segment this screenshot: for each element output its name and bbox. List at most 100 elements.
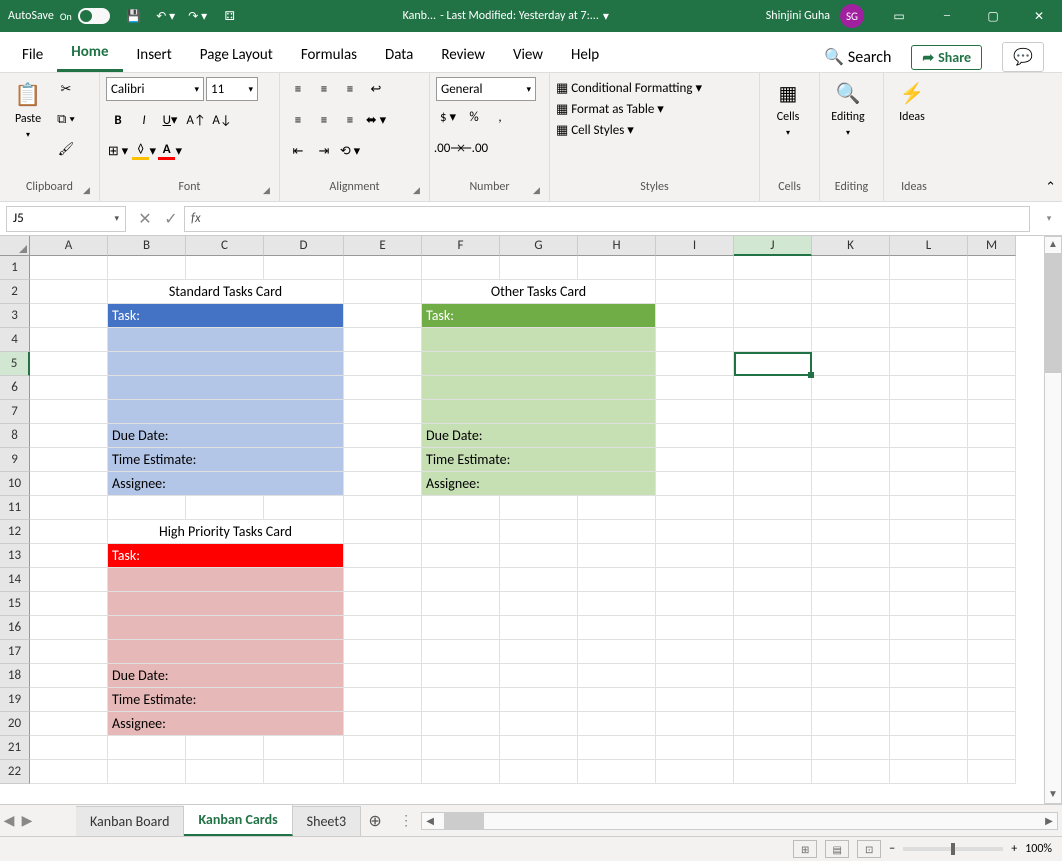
row-header-12[interactable]: 12 xyxy=(0,520,30,544)
cell[interactable] xyxy=(890,616,968,640)
cell[interactable] xyxy=(890,376,968,400)
fill-color-button[interactable]: ◊ ▾ xyxy=(132,139,156,163)
italic-button[interactable]: I xyxy=(132,108,156,132)
cell-content[interactable]: Task: xyxy=(422,304,656,328)
tab-data[interactable]: Data xyxy=(371,38,427,72)
cell[interactable] xyxy=(578,592,656,616)
qat-customize-icon[interactable]: ⚃ xyxy=(219,5,241,27)
cell-content[interactable] xyxy=(108,328,344,352)
row-header-21[interactable]: 21 xyxy=(0,736,30,760)
cell[interactable] xyxy=(734,592,812,616)
cell[interactable] xyxy=(578,496,656,520)
clipboard-launcher[interactable]: ◢ xyxy=(83,185,95,197)
cell[interactable] xyxy=(30,712,108,736)
cell[interactable] xyxy=(656,448,734,472)
cell[interactable] xyxy=(500,760,578,784)
row-header-14[interactable]: 14 xyxy=(0,568,30,592)
cell[interactable] xyxy=(656,520,734,544)
row-header-8[interactable]: 8 xyxy=(0,424,30,448)
cell[interactable] xyxy=(968,376,1016,400)
cell-content[interactable]: Assignee: xyxy=(108,472,344,496)
close-button[interactable]: ✕ xyxy=(1016,0,1062,32)
paste-button[interactable]: 📋 Paste ▾ xyxy=(6,77,50,144)
redo-icon[interactable]: ↷ ▾ xyxy=(187,5,209,27)
cell[interactable] xyxy=(500,256,578,280)
cell[interactable] xyxy=(812,256,890,280)
cell[interactable] xyxy=(734,640,812,664)
cell[interactable] xyxy=(344,304,422,328)
cell-content[interactable] xyxy=(108,568,344,592)
vertical-scrollbar[interactable]: ▲ ▼ xyxy=(1044,236,1062,804)
cell[interactable] xyxy=(578,664,656,688)
cell[interactable] xyxy=(500,496,578,520)
cell[interactable] xyxy=(656,472,734,496)
cut-icon[interactable]: ✂ xyxy=(54,77,78,101)
col-header-D[interactable]: D xyxy=(264,236,344,256)
cell[interactable] xyxy=(734,376,812,400)
undo-icon[interactable]: ↶ ▾ xyxy=(155,5,177,27)
cell[interactable] xyxy=(812,616,890,640)
cell[interactable] xyxy=(500,520,578,544)
cell[interactable] xyxy=(890,400,968,424)
cell[interactable] xyxy=(890,280,968,304)
col-header-K[interactable]: K xyxy=(812,236,890,256)
cell[interactable] xyxy=(656,424,734,448)
decrease-font-button[interactable]: A↓ xyxy=(210,108,234,132)
scroll-up-icon[interactable]: ▲ xyxy=(1045,237,1061,253)
cell[interactable] xyxy=(968,472,1016,496)
cell[interactable] xyxy=(264,496,344,520)
cell[interactable] xyxy=(734,256,812,280)
cell[interactable] xyxy=(812,424,890,448)
cell-content[interactable] xyxy=(422,400,656,424)
cell[interactable] xyxy=(30,688,108,712)
row-header-4[interactable]: 4 xyxy=(0,328,30,352)
underline-button[interactable]: U ▾ xyxy=(158,108,182,132)
cell[interactable] xyxy=(30,256,108,280)
cell[interactable] xyxy=(500,664,578,688)
col-header-F[interactable]: F xyxy=(422,236,500,256)
cell[interactable] xyxy=(890,496,968,520)
cell[interactable] xyxy=(656,616,734,640)
cell[interactable] xyxy=(890,352,968,376)
cell[interactable] xyxy=(890,544,968,568)
col-header-C[interactable]: C xyxy=(186,236,264,256)
cell[interactable] xyxy=(968,328,1016,352)
toggle-switch[interactable] xyxy=(78,8,110,24)
alignment-launcher[interactable]: ◢ xyxy=(413,185,425,197)
cell[interactable] xyxy=(812,496,890,520)
cell[interactable] xyxy=(656,712,734,736)
cell[interactable] xyxy=(968,664,1016,688)
cell[interactable] xyxy=(890,712,968,736)
align-bottom-button[interactable]: ≡ xyxy=(338,77,362,101)
cell[interactable] xyxy=(812,376,890,400)
cell-content[interactable]: Task: xyxy=(108,544,344,568)
cell[interactable] xyxy=(422,712,500,736)
cell[interactable] xyxy=(656,568,734,592)
col-header-J[interactable]: J xyxy=(734,236,812,256)
tab-insert[interactable]: Insert xyxy=(123,38,186,72)
cell[interactable] xyxy=(344,664,422,688)
cell[interactable] xyxy=(422,664,500,688)
cell[interactable] xyxy=(968,448,1016,472)
cell[interactable] xyxy=(422,496,500,520)
cell[interactable] xyxy=(656,688,734,712)
cell[interactable] xyxy=(968,496,1016,520)
cell[interactable] xyxy=(734,448,812,472)
worksheet-grid[interactable]: ABCDEFGHIJKLM 12345678910111213141516171… xyxy=(0,236,1062,804)
cell[interactable] xyxy=(734,688,812,712)
cell[interactable] xyxy=(812,280,890,304)
font-name-combo[interactable]: Calibri▾ xyxy=(106,77,204,101)
cell-content[interactable]: Task: xyxy=(108,304,344,328)
horizontal-scrollbar[interactable]: ◀ ▶ xyxy=(421,812,1058,830)
row-header-15[interactable]: 15 xyxy=(0,592,30,616)
cell[interactable] xyxy=(30,448,108,472)
row-header-9[interactable]: 9 xyxy=(0,448,30,472)
cell[interactable] xyxy=(30,520,108,544)
cell-content[interactable] xyxy=(108,400,344,424)
increase-font-button[interactable]: A↑ xyxy=(184,108,208,132)
cell[interactable] xyxy=(30,304,108,328)
collapse-ribbon-button[interactable]: ⌃ xyxy=(1039,174,1062,201)
cell[interactable] xyxy=(656,280,734,304)
cell[interactable] xyxy=(108,496,186,520)
sheet-tab-kanban-board[interactable]: Kanban Board xyxy=(76,806,184,836)
